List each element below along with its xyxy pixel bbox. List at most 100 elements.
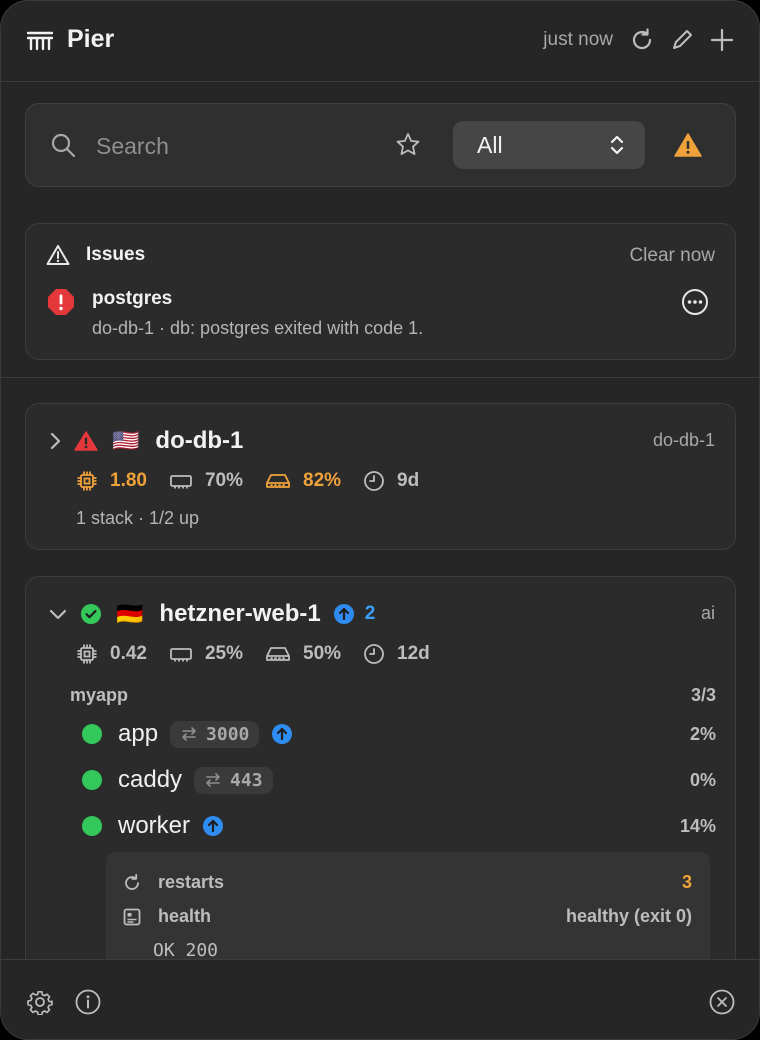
cpu-value: 1.80 (110, 470, 147, 491)
stack-name: myapp (70, 685, 129, 705)
cpu-icon (76, 643, 98, 665)
uptime-value: 12d (397, 643, 430, 664)
memory-value: 25% (204, 643, 244, 664)
port-badge: 3000 (170, 720, 260, 748)
server-summary: 1 stack · 1/2 up (76, 508, 200, 528)
update-available-icon[interactable] (271, 723, 293, 745)
filter-select[interactable]: All (453, 121, 645, 169)
server-name: do-db-1 (155, 427, 244, 454)
service-name: caddy (118, 766, 183, 793)
disk-value: 82% (303, 470, 342, 491)
stack-header[interactable]: myapp 3/3 (70, 685, 716, 706)
stack-count: 3/3 (690, 685, 716, 705)
server-card[interactable]: 🇺🇸 do-db-1 do-db-1 1.80 70% 82% 9d 1 sta… (25, 403, 736, 550)
chevron-right-icon[interactable] (48, 431, 62, 451)
server-tag: ai (700, 603, 715, 623)
restarts-row: restarts 3 (122, 872, 692, 893)
server-tag: do-db-1 (652, 430, 715, 450)
service-cpu: 14% (679, 815, 716, 836)
uptime-metric: 12d (363, 643, 430, 665)
search-bar: All (25, 103, 736, 187)
health-log-icon (122, 907, 142, 927)
port-value: 3000 (206, 723, 250, 745)
clear-issues-button[interactable]: Clear now (629, 245, 715, 267)
health-label: health (158, 906, 212, 926)
clock-icon (363, 470, 385, 492)
issues-header: Issues (46, 244, 145, 266)
update-available-icon[interactable] (333, 603, 355, 625)
app-window: Pier just now All (0, 0, 760, 1040)
server-metrics: 0.42 25% 50% 12d (76, 641, 452, 667)
settings-gear-icon[interactable] (27, 989, 53, 1015)
service-name: app (118, 720, 159, 747)
section-divider (1, 377, 759, 378)
service-cpu: 0% (689, 769, 716, 790)
flag-icon: 🇩🇪 (116, 601, 144, 626)
issue-message: do-db-1 · db: postgres exited with code … (92, 318, 424, 338)
error-octagon-icon (47, 288, 75, 316)
search-icon (50, 132, 76, 158)
close-circle-icon[interactable] (709, 989, 735, 1015)
warning-icon (74, 430, 98, 452)
search-input[interactable] (96, 124, 376, 168)
more-options-icon[interactable] (681, 288, 709, 316)
update-count: 2 (364, 603, 376, 624)
filter-select-value: All (477, 131, 503, 158)
service-row[interactable]: caddy 443 0% (82, 763, 716, 797)
issues-panel: Issues Clear now postgres do-db-1 · db: … (25, 223, 736, 360)
info-icon[interactable] (75, 989, 101, 1015)
memory-value: 70% (204, 470, 244, 491)
health-value: healthy (exit 0) (565, 906, 692, 926)
status-dot (82, 724, 102, 744)
header: Pier just now (1, 1, 759, 82)
memory-icon (169, 472, 193, 490)
pier-logo-icon (27, 27, 53, 53)
status-dot (82, 770, 102, 790)
memory-metric: 70% (169, 470, 243, 492)
server-card[interactable]: 🇩🇪 hetzner-web-1 2 ai 0.42 25% 50% 12d m… (25, 576, 736, 1002)
memory-metric: 25% (169, 643, 243, 665)
uptime-value: 9d (397, 470, 420, 491)
cpu-metric: 0.42 (76, 643, 147, 665)
memory-icon (169, 645, 193, 663)
cpu-icon (76, 470, 98, 492)
service-row[interactable]: app 3000 2% (82, 717, 716, 751)
disk-metric: 50% (265, 643, 341, 665)
disk-value: 50% (303, 643, 342, 664)
port-badge: 443 (194, 766, 273, 794)
check-circle-icon (80, 603, 102, 625)
disk-icon (265, 645, 291, 663)
chevron-up-down-icon (609, 133, 625, 157)
health-output: OK 200 (153, 940, 219, 961)
chevron-down-icon[interactable] (48, 607, 68, 621)
restarts-label: restarts (158, 872, 225, 892)
warning-filter-icon[interactable] (674, 132, 702, 158)
uptime-metric: 9d (363, 470, 419, 492)
warning-outline-icon (46, 244, 70, 266)
port-mapping-icon (204, 771, 222, 789)
service-name: worker (118, 812, 191, 839)
update-available-icon[interactable] (202, 815, 224, 837)
last-updated: just now (543, 29, 613, 50)
port-value: 443 (230, 769, 263, 791)
server-header: 🇩🇪 hetzner-web-1 2 (48, 599, 375, 629)
cpu-value: 0.42 (110, 643, 147, 664)
refresh-icon[interactable] (629, 27, 655, 53)
star-icon[interactable] (394, 131, 422, 159)
clock-icon (363, 643, 385, 665)
flag-icon: 🇺🇸 (112, 428, 140, 453)
health-row: health healthy (exit 0) (122, 906, 692, 927)
port-mapping-icon (180, 725, 198, 743)
header-actions: just now (543, 27, 735, 53)
brand: Pier (27, 25, 114, 54)
restarts-value: 3 (681, 872, 692, 892)
server-header: 🇺🇸 do-db-1 (48, 426, 243, 456)
edit-icon[interactable] (669, 27, 695, 53)
add-icon[interactable] (709, 27, 735, 53)
cpu-metric: 1.80 (76, 470, 147, 492)
disk-metric: 82% (265, 470, 341, 492)
footer (1, 959, 759, 1039)
server-metrics: 1.80 70% 82% 9d (76, 468, 441, 494)
service-row[interactable]: worker 14% (82, 809, 716, 843)
issue-name: postgres (92, 288, 173, 309)
